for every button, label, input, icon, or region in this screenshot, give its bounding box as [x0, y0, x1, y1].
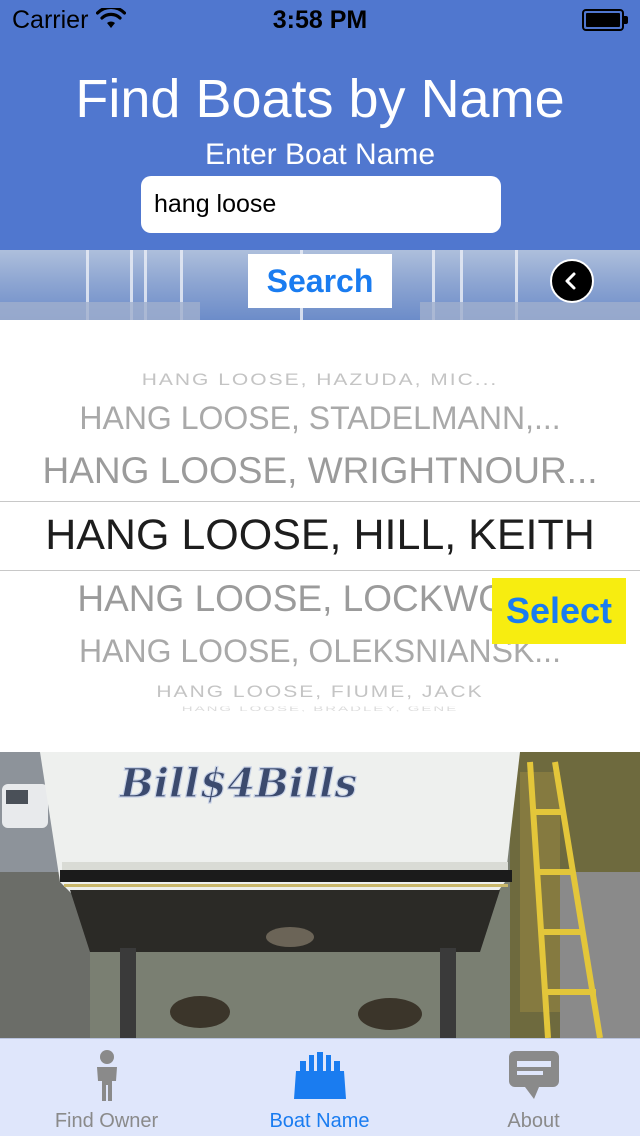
selection-line-bottom	[0, 570, 640, 571]
tab-label: Find Owner	[54, 1110, 159, 1132]
search-button[interactable]: Search	[248, 254, 392, 308]
status-bar: Carrier 3:58 PM	[0, 0, 640, 40]
battery-icon	[582, 9, 628, 31]
boat-photo-illustration: Bill$4Bills	[0, 752, 640, 1038]
picker-row-selected[interactable]: HANG LOOSE, HILL, KEITH	[0, 511, 640, 559]
boat-name-input[interactable]	[141, 176, 501, 233]
tab-bar: Find Owner Boat Name About	[0, 1038, 640, 1136]
boat-picker[interactable]: HANG LOOSE, HAZUDA, MIC... HANG LOOSE, S…	[0, 320, 640, 752]
tab-label: About	[507, 1110, 560, 1132]
tab-find-owner[interactable]: Find Owner	[0, 1039, 213, 1136]
boat-lettering-text: Bill$4Bills	[119, 760, 357, 807]
select-button[interactable]: Select	[492, 578, 626, 644]
tab-label: Boat Name	[269, 1110, 370, 1132]
boat-name-label: Enter Boat Name	[204, 138, 436, 171]
person-icon	[96, 1050, 117, 1101]
picker-row[interactable]: HANG LOOSE, HAZUDA, MIC...	[0, 370, 640, 389]
tab-boat-name[interactable]: Boat Name	[213, 1039, 426, 1136]
picker-row[interactable]: HANG LOOSE, WRIGHTNOUR...	[0, 450, 640, 494]
picker-row[interactable]: HANG LOOSE, FIUME, JACK	[0, 682, 640, 701]
boat-stern-photo: Bill$4Bills	[0, 752, 640, 1038]
page-title: Find Boats by Name	[75, 69, 565, 129]
picker-row[interactable]: HANG LOOSE, BRADLEY, GENE	[0, 707, 640, 712]
picker-row[interactable]: HANG LOOSE, STADELMANN,...	[0, 400, 640, 438]
status-time: 3:58 PM	[272, 6, 368, 34]
boat-name-icon	[293, 1052, 346, 1099]
tab-about[interactable]: About	[427, 1039, 640, 1136]
selection-line-top	[0, 501, 640, 502]
speech-bubble-icon	[508, 1051, 559, 1099]
back-icon[interactable]	[550, 259, 594, 303]
